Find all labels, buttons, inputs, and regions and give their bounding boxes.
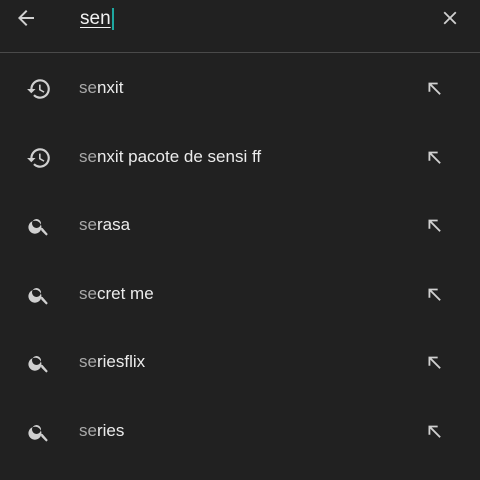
back-button[interactable]: [12, 4, 40, 32]
suggestion-text: ries: [96, 420, 125, 440]
suggestion-item[interactable]: senxit: [0, 54, 480, 123]
suggestion-text: cret me: [96, 283, 154, 303]
fill-query-button[interactable]: [421, 350, 447, 376]
history-icon: [27, 79, 50, 99]
history-icon: [27, 147, 50, 168]
search-icon: [28, 219, 48, 236]
search-icon: [28, 356, 48, 373]
suggestion-prefix: se: [79, 283, 97, 303]
suggestion-text: rasa: [96, 215, 131, 235]
suggestion-item[interactable]: serasa: [0, 191, 480, 260]
arrow-up-left-icon: [428, 219, 441, 233]
arrow-up-left-icon: [428, 288, 441, 301]
suggestion-prefix: se: [79, 420, 97, 440]
fill-query-button[interactable]: [421, 145, 447, 171]
suggestion-prefix: se: [79, 215, 97, 235]
suggestion-item[interactable]: seriesflix: [0, 328, 480, 397]
suggestion-prefix: se: [79, 146, 97, 166]
suggestion-text: riesflix: [96, 352, 146, 372]
search-input[interactable]: sen: [80, 6, 114, 32]
clear-button[interactable]: [436, 4, 464, 32]
suggestion-text: nxit pacote de sensi ff: [96, 146, 262, 166]
close-icon: [443, 11, 457, 25]
arrow-up-left-icon: [428, 425, 441, 438]
arrow-up-left-icon: [428, 151, 441, 164]
arrow-up-left-icon: [428, 82, 441, 95]
suggestion-list: senxit senxit pacote de sensi ff serasa …: [0, 54, 480, 466]
suggestion-prefix: se: [79, 352, 97, 372]
search-icon: [28, 287, 48, 305]
fill-query-button[interactable]: [421, 76, 447, 102]
fill-query-button[interactable]: [421, 213, 447, 239]
search-icon: [28, 424, 48, 442]
suggestion-item[interactable]: series: [0, 397, 480, 466]
suggestion-item[interactable]: secret me: [0, 260, 480, 329]
fill-query-button[interactable]: [421, 282, 447, 308]
divider: [0, 52, 480, 53]
text-caret: [111, 8, 114, 30]
arrow-up-left-icon: [428, 356, 441, 370]
suggestion-item[interactable]: senxit pacote de sensi ff: [0, 123, 480, 192]
arrow-left-icon: [18, 10, 34, 26]
search-query-text: sen: [80, 8, 111, 29]
fill-query-button[interactable]: [421, 419, 447, 445]
suggestion-prefix: se: [79, 78, 97, 97]
search-bar: sen: [0, 0, 480, 52]
suggestion-text: nxit: [96, 78, 124, 97]
